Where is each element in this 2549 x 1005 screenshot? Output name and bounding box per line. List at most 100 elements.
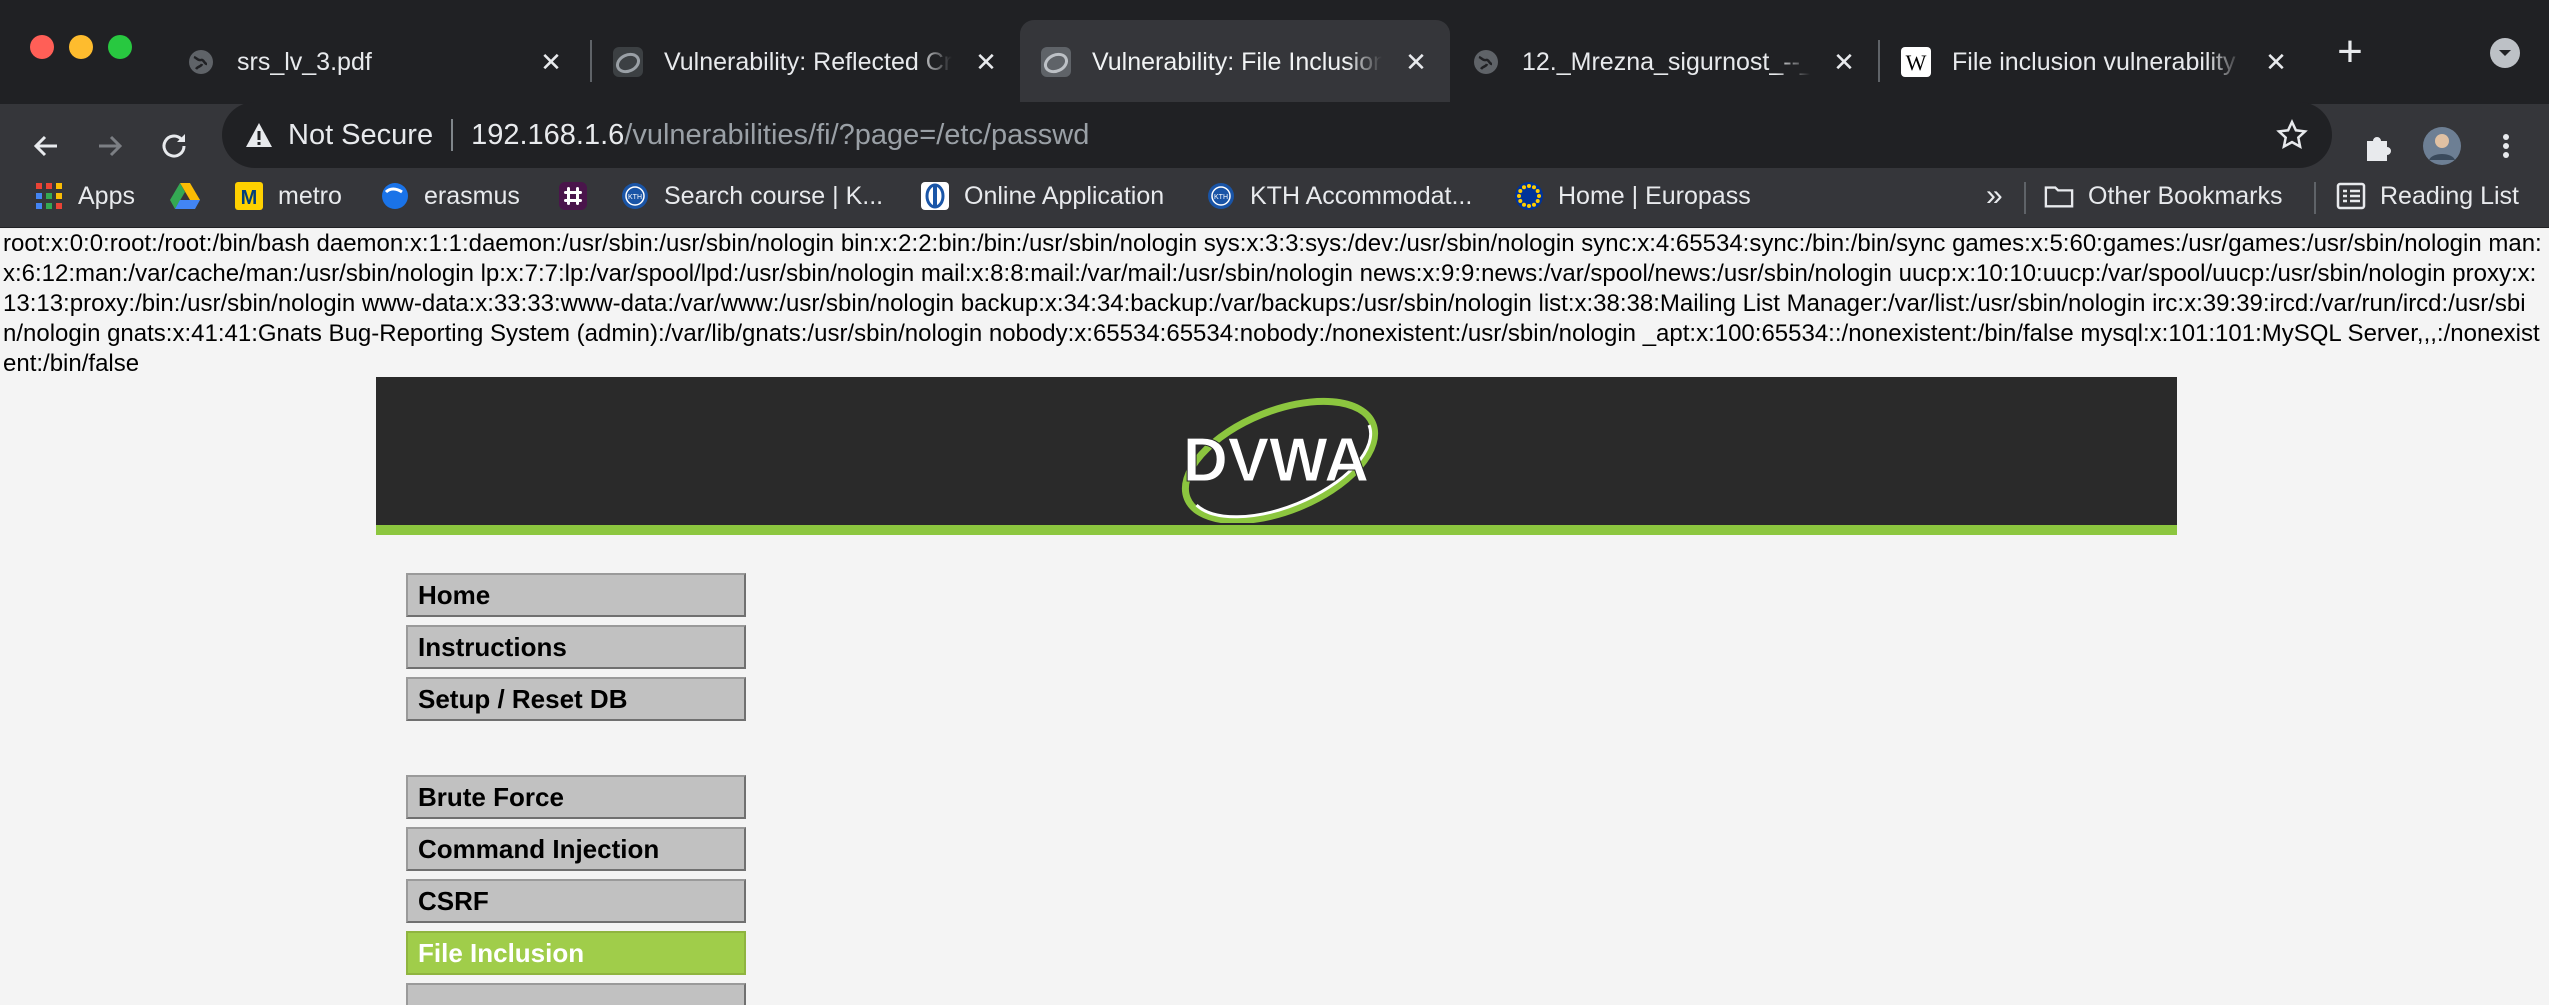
not-secure-label[interactable]: Not Secure (288, 119, 433, 152)
menu-item-csrf[interactable]: CSRF (406, 879, 746, 923)
page-viewport: root:x:0:0:root:/root:/bin/bash daemon:x… (0, 229, 2549, 1005)
menu-item-next[interactable] (406, 983, 746, 1005)
dvwa-menu-vulnerabilities: Brute Force Command Injection CSRF File … (406, 775, 746, 1005)
bookmark-kth-accommodation[interactable]: KTH KTH Accommodat... (1206, 168, 1472, 224)
back-button[interactable] (22, 122, 70, 170)
url-host[interactable]: 192.168.1.6 (471, 119, 624, 152)
bookmark-label: Online Application (964, 181, 1165, 210)
bookmark-metro[interactable]: M metro (234, 168, 342, 224)
reload-icon (162, 134, 186, 158)
bookmarks-bar: Apps M metro erasmus KTH Search course |… (0, 168, 2549, 228)
window-zoom-button[interactable] (108, 35, 132, 59)
bookmark-star-icon[interactable] (2276, 119, 2308, 151)
bookmark-label: KTH Accommodat... (1250, 181, 1473, 210)
profile-avatar[interactable] (2418, 122, 2466, 170)
address-bar[interactable]: Not Secure 192.168.1.6/vulnerabilities/f… (222, 102, 2332, 168)
kth-seal-icon: KTH (1206, 181, 1236, 211)
extensions-button[interactable] (2354, 122, 2402, 170)
wikipedia-icon: W (1900, 46, 1932, 78)
close-icon[interactable]: ✕ (966, 42, 1006, 82)
tab-title: srs_lv_3.pdf (237, 47, 372, 76)
tab-reflected-xss[interactable]: Vulnerability: Reflected Cross Site Scri… (592, 20, 1020, 104)
new-tab-button[interactable]: + (2330, 30, 2370, 76)
tab-title: Vulnerability: File Inclusion (1092, 47, 1382, 76)
window-minimize-button[interactable] (69, 35, 93, 59)
slack-icon (558, 181, 588, 211)
chevron-down-icon (2499, 50, 2511, 56)
metro-logo-icon: M (234, 181, 264, 211)
dvwa-body: Home Instructions Setup / Reset DB Brute… (376, 545, 2177, 1005)
forward-button[interactable] (86, 122, 134, 170)
tab-title: Vulnerability: Reflected Cross Site Scri… (664, 47, 952, 76)
close-icon[interactable]: ✕ (531, 42, 571, 82)
svg-text:KTH: KTH (1214, 194, 1228, 201)
apps-grid-icon (34, 181, 64, 211)
bookmark-erasmus[interactable]: erasmus (380, 168, 520, 224)
tab-search-button[interactable] (2490, 38, 2520, 68)
close-icon[interactable]: ✕ (1824, 42, 1864, 82)
reload-button[interactable] (150, 122, 198, 170)
dvwa-container: DVWA Home Instructions Setup / Reset DB … (376, 377, 2177, 1005)
window-close-button[interactable] (30, 35, 54, 59)
warning-triangle-icon[interactable] (244, 120, 274, 150)
bookmark-label: Apps (78, 181, 135, 210)
menu-item-instructions[interactable]: Instructions (406, 625, 746, 669)
bookmark-label: erasmus (424, 181, 520, 210)
tab-mrezna-sigurnost[interactable]: 12._Mrezna_sigurnost_--_predavanje ✕ (1450, 20, 1878, 104)
dvwa-logo: DVWA (1168, 393, 1388, 525)
reading-list-icon (2336, 181, 2366, 211)
menu-item-brute-force[interactable]: Brute Force (406, 775, 746, 819)
kth-seal-icon: KTH (620, 181, 650, 211)
erasmus-globe-icon (380, 181, 410, 211)
svg-text:M: M (241, 187, 258, 209)
bookmark-label: Home | Europass (1558, 181, 1751, 210)
dvwa-swirl-icon (612, 46, 644, 78)
kebab-menu-icon (2503, 134, 2509, 158)
bookmarks-overflow-button[interactable]: » (1986, 168, 2003, 224)
tab-title: File inclusion vulnerability - Wikipedia (1952, 47, 2242, 76)
bookmark-label: Other Bookmarks (2088, 181, 2283, 210)
bookmark-slack[interactable] (558, 168, 602, 224)
bookmarks-divider (2314, 182, 2316, 214)
europass-stars-icon (1514, 181, 1544, 211)
tab-file-inclusion[interactable]: Vulnerability: File Inclusion ✕ (1020, 20, 1450, 104)
bookmark-google-drive[interactable] (170, 168, 214, 224)
bookmark-search-course-kth[interactable]: KTH Search course | K... (620, 168, 883, 224)
folder-icon (2044, 181, 2074, 211)
menu-item-home[interactable]: Home (406, 573, 746, 617)
globe-icon (185, 46, 217, 78)
bookmark-label: Reading List (2380, 181, 2519, 210)
menu-item-command-injection[interactable]: Command Injection (406, 827, 746, 871)
puzzle-piece-icon (2367, 137, 2391, 161)
dvwa-swirl-icon (1040, 46, 1072, 78)
tab-strip: srs_lv_3.pdf ✕ Vulnerability: Reflected … (0, 0, 2549, 104)
dvwa-header: DVWA (376, 377, 2177, 535)
menu-item-file-inclusion[interactable]: File Inclusion (406, 931, 746, 975)
bookmark-apps[interactable]: Apps (34, 168, 135, 224)
reading-list-button[interactable]: Reading List (2336, 168, 2519, 224)
omnibox-divider (451, 119, 454, 151)
close-icon[interactable]: ✕ (2256, 42, 2296, 82)
close-icon[interactable]: ✕ (1396, 42, 1436, 82)
tab-wikipedia-file-inclusion[interactable]: W File inclusion vulnerability - Wikiped… (1880, 20, 2310, 104)
bookmark-other-bookmarks[interactable]: Other Bookmarks (2044, 168, 2283, 224)
arrow-right-icon (99, 135, 123, 157)
google-drive-icon (170, 181, 200, 211)
bookmark-europass[interactable]: Home | Europass (1514, 168, 1751, 224)
svg-text:W: W (1906, 50, 1927, 75)
browser-menu-button[interactable] (2482, 122, 2530, 170)
included-file-output: root:x:0:0:root:/root:/bin/bash daemon:x… (3, 230, 2542, 377)
bookmark-online-application[interactable]: Online Application (920, 168, 1164, 224)
url-path[interactable]: /vulnerabilities/fi/?page=/etc/passwd (624, 119, 1089, 152)
tab-srs-pdf[interactable]: srs_lv_3.pdf ✕ (165, 20, 585, 104)
tab-title: 12._Mrezna_sigurnost_--_predavanje (1522, 47, 1810, 76)
menu-item-setup-reset-db[interactable]: Setup / Reset DB (406, 677, 746, 721)
dvwa-menu-general: Home Instructions Setup / Reset DB (406, 573, 746, 729)
bookmark-label: Search course | K... (664, 181, 884, 210)
bookmarks-divider (2024, 182, 2026, 214)
dvwa-logo-text: DVWA (1183, 426, 1369, 495)
arrow-left-icon (33, 135, 57, 157)
online-app-icon (920, 181, 950, 211)
avatar (2423, 127, 2461, 165)
bookmark-label: metro (278, 181, 342, 210)
